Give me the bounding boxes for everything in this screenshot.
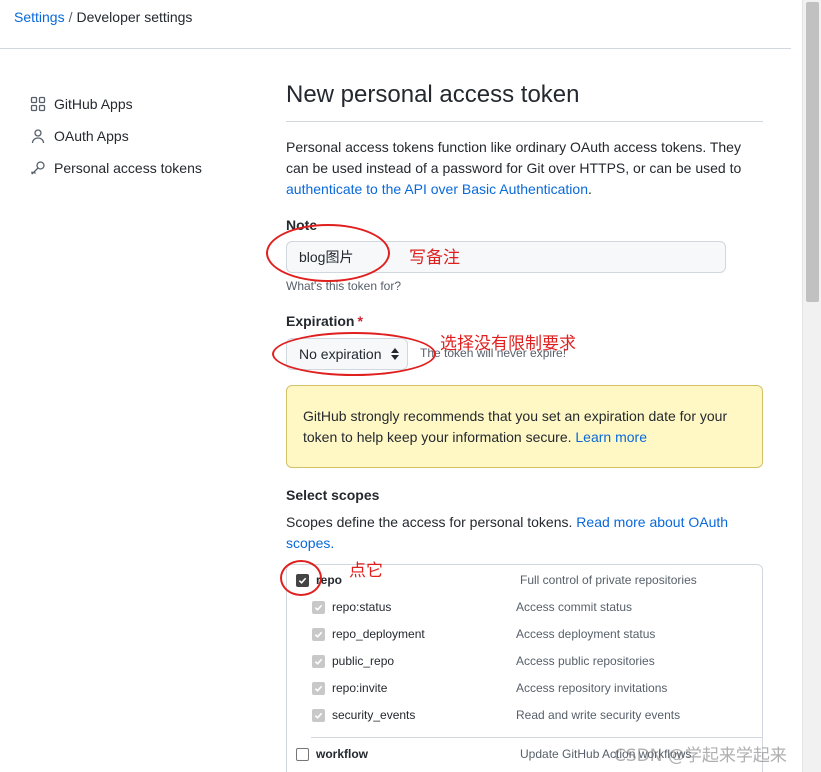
scope-group-divider — [311, 737, 763, 738]
scopes-description: Scopes define the access for personal to… — [286, 512, 756, 554]
basic-auth-link[interactable]: authenticate to the API over Basic Authe… — [286, 181, 588, 197]
person-icon — [31, 129, 45, 144]
intro-end: . — [587, 181, 592, 197]
scope-desc: Read and write security events — [516, 708, 681, 722]
sidebar-item-github-apps[interactable]: GitHub Apps — [30, 88, 230, 120]
scope-row-repo-invite: repo:invite Access repository invitation… — [287, 675, 762, 702]
scopes-desc-text: Scopes define the access for personal to… — [286, 514, 573, 530]
sidebar-item-personal-access-tokens[interactable]: Personal access tokens — [30, 152, 230, 184]
watermark: CSDN @学起来学起来 — [614, 746, 787, 766]
check-icon — [314, 685, 323, 692]
key-icon — [31, 161, 45, 175]
scrollbar-thumb[interactable] — [806, 2, 819, 302]
scope-desc: Access deployment status — [516, 627, 656, 641]
learn-more-link[interactable]: Learn more — [575, 429, 647, 445]
scope-desc: Full control of private repositories — [520, 573, 697, 587]
scope-row-repo-status: repo:status Access commit status — [287, 594, 762, 621]
annotation-repo-text: 点它 — [349, 561, 383, 581]
scope-checkbox-repo-status[interactable] — [312, 601, 325, 614]
header-divider — [0, 48, 791, 49]
sidebar-item-label: GitHub Apps — [54, 96, 133, 112]
page-title: New personal access token — [286, 78, 763, 122]
check-icon — [314, 604, 323, 611]
breadcrumb: Settings / Developer settings — [14, 8, 192, 26]
scope-checkbox-public-repo[interactable] — [312, 655, 325, 668]
developer-settings-sidebar: GitHub Apps OAuth Apps Personal access t… — [30, 88, 230, 184]
intro-body: Personal access tokens function like ord… — [286, 139, 742, 176]
note-hint: What's this token for? — [286, 279, 402, 293]
intro-text: Personal access tokens function like ord… — [286, 137, 763, 200]
check-icon — [314, 631, 323, 638]
scope-name: repo_deployment — [332, 627, 425, 641]
scope-checkbox-repo-deployment[interactable] — [312, 628, 325, 641]
scope-checkbox-security-events[interactable] — [312, 709, 325, 722]
new-token-form: New personal access token Personal acces… — [286, 78, 763, 772]
scope-name: public_repo — [332, 654, 395, 668]
scope-desc: Access repository invitations — [516, 681, 668, 695]
expiration-warning-flash: GitHub strongly recommends that you set … — [286, 385, 763, 468]
annotation-note-text: 写备注 — [409, 248, 460, 268]
annotation-circle-repo — [280, 560, 322, 596]
expiration-label: Expiration * — [286, 311, 363, 331]
annotation-expiration-text: 选择没有限制要求 — [440, 334, 576, 354]
annotation-circle-expiration — [272, 332, 436, 376]
annotation-circle-note — [266, 224, 390, 282]
sidebar-item-label: Personal access tokens — [54, 160, 202, 176]
required-mark: * — [357, 313, 363, 329]
scope-checkbox-repo-invite[interactable] — [312, 682, 325, 695]
scope-checkbox-workflow[interactable] — [296, 748, 309, 761]
scope-row-repo-deployment: repo_deployment Access deployment status — [287, 621, 762, 648]
scopes-label: Select scopes — [286, 487, 380, 503]
breadcrumb-settings-link[interactable]: Settings — [14, 9, 65, 25]
scope-row-security-events: security_events Read and write security … — [287, 702, 762, 729]
scope-name: repo:invite — [332, 681, 388, 695]
sidebar-item-oauth-apps[interactable]: OAuth Apps — [30, 120, 230, 152]
scope-name: workflow — [316, 747, 369, 761]
breadcrumb-current: Developer settings — [76, 9, 193, 25]
scope-row-public-repo: public_repo Access public repositories — [287, 648, 762, 675]
breadcrumb-separator: / — [68, 9, 73, 25]
scope-name: repo:status — [332, 600, 392, 614]
scope-desc: Access commit status — [516, 600, 633, 614]
scope-name: security_events — [332, 708, 416, 722]
sidebar-item-label: OAuth Apps — [54, 128, 129, 144]
check-icon — [314, 658, 323, 665]
scope-desc: Access public repositories — [516, 654, 655, 668]
expiration-label-text: Expiration — [286, 313, 355, 329]
apps-icon — [30, 96, 46, 112]
warning-text: GitHub strongly recommends that you set … — [303, 408, 728, 445]
check-icon — [314, 712, 323, 719]
page-scrollbar[interactable] — [802, 0, 821, 772]
